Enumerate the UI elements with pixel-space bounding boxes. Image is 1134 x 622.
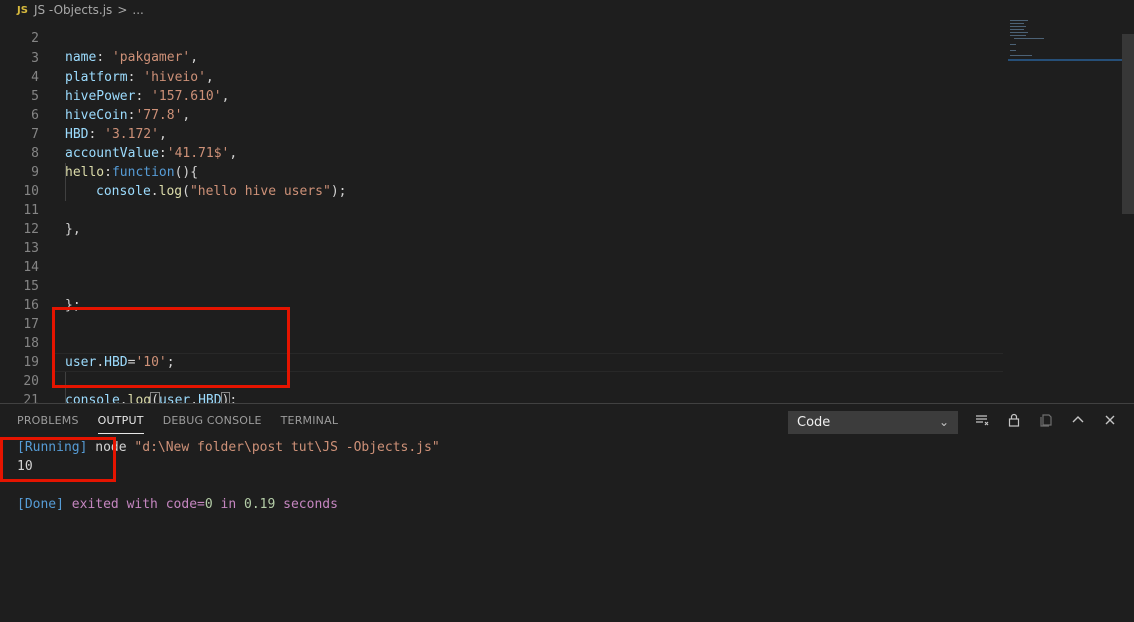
tab-output[interactable]: OUTPUT [97, 414, 144, 434]
breadcrumb-separator: > [117, 3, 128, 17]
highlight-box-code [52, 307, 290, 388]
code-line: 12 [0, 201, 1004, 237]
maximize-panel-icon[interactable] [1067, 412, 1089, 434]
code-line: 3 platform: 'hiveio', [0, 30, 1004, 85]
highlight-box-output [0, 437, 116, 482]
output-channel-value: Code [797, 415, 831, 430]
lock-scroll-icon[interactable] [1003, 412, 1025, 434]
minimap[interactable] [1008, 20, 1122, 80]
code-line: 2 name: 'pakgamer', [0, 20, 1004, 65]
tab-debug-console[interactable]: DEBUG CONSOLE [163, 414, 262, 434]
tab-problems[interactable]: PROBLEMS [17, 414, 79, 434]
javascript-file-icon: JS [17, 4, 28, 16]
clear-output-icon[interactable] [971, 412, 993, 434]
code-line: 9 console.log("hello hive users"); [0, 144, 1004, 199]
close-panel-icon[interactable] [1099, 412, 1121, 434]
output-channel-select[interactable]: Code ⌄ [788, 411, 958, 434]
code-line: 16 [0, 277, 1004, 313]
code-line: 7 accountValue:'41.71$', [0, 106, 1004, 161]
code-line: 14 [0, 239, 1004, 275]
code-line: 5 hiveCoin:'77.8', [0, 68, 1004, 123]
code-line: 6 HBD: '3.172', [0, 87, 1004, 142]
breadcrumb-file[interactable]: JS -Objects.js [34, 3, 112, 17]
tab-terminal[interactable]: TERMINAL [281, 414, 339, 434]
bottom-panel: PROBLEMS OUTPUT DEBUG CONSOLE TERMINAL C… [0, 403, 1134, 622]
breadcrumb: JS JS -Objects.js > ... [0, 0, 1134, 20]
code-line: 15 }; [0, 258, 1004, 313]
code-line: 22 [0, 391, 1004, 403]
breadcrumb-more[interactable]: ... [132, 3, 143, 17]
open-log-file-icon[interactable] [1035, 412, 1057, 434]
code-line: 11 }, [0, 182, 1004, 237]
code-line: 13 [0, 220, 1004, 256]
editor-scrollbar[interactable] [1122, 34, 1134, 214]
output-line-done: [Done] exited with code=0 in 0.19 second… [17, 497, 338, 512]
chevron-down-icon: ⌄ [938, 415, 949, 429]
code-line: 10 [0, 163, 1004, 199]
code-line: 4 hivePower: '157.610', [0, 49, 1004, 104]
panel-tabs: PROBLEMS OUTPUT DEBUG CONSOLE TERMINAL [17, 414, 357, 434]
code-line: 8 hello:function(){ [0, 125, 1004, 180]
